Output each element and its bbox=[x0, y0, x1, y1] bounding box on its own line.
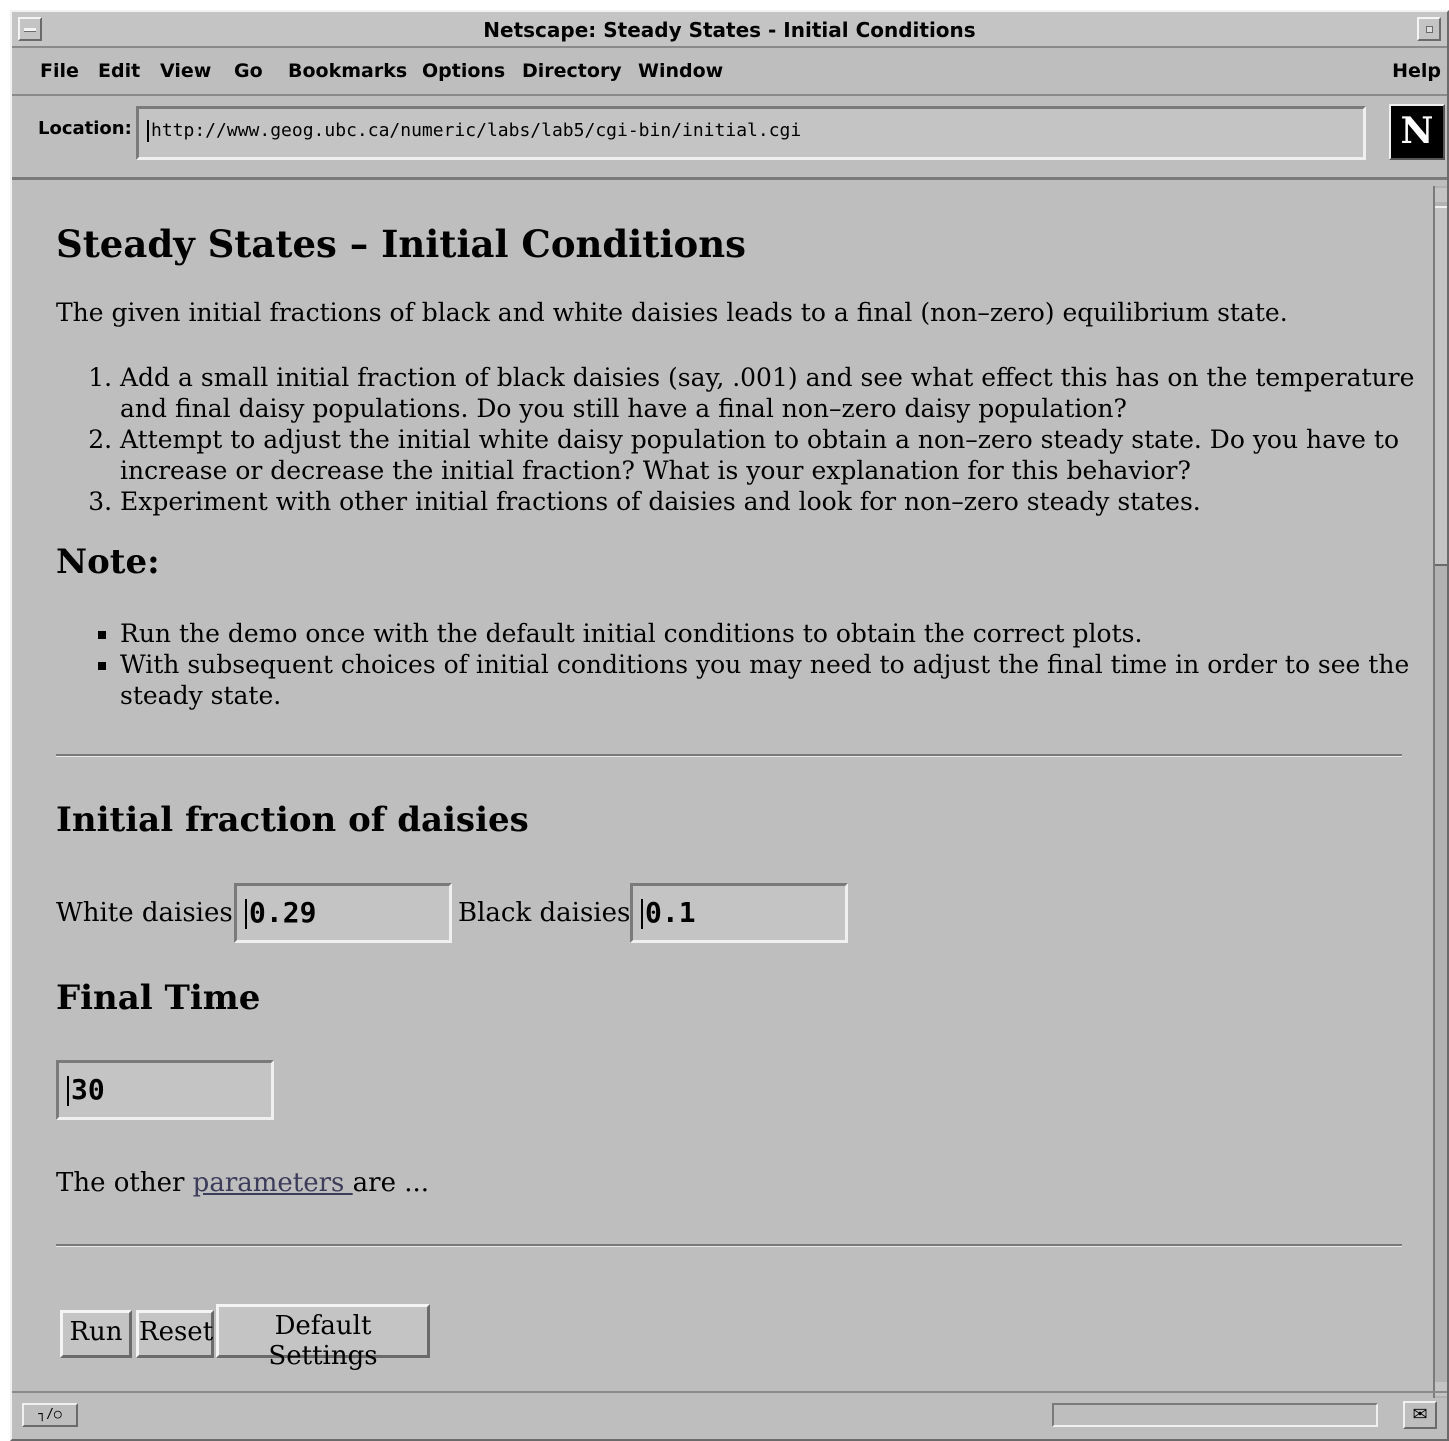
menu-help[interactable]: Help bbox=[1392, 60, 1441, 82]
parameters-prefix: The other bbox=[56, 1168, 193, 1198]
mail-icon[interactable]: ✉ bbox=[1403, 1401, 1437, 1429]
menu-options[interactable]: Options bbox=[422, 60, 505, 82]
menu-view[interactable]: View bbox=[160, 60, 211, 82]
location-label: Location: bbox=[38, 118, 132, 139]
browser-window: Netscape: Steady States - Initial Condit… bbox=[10, 10, 1449, 1441]
menu-window[interactable]: Window bbox=[638, 60, 723, 82]
menu-edit[interactable]: Edit bbox=[98, 60, 140, 82]
black-daisies-label: Black daisies : bbox=[458, 898, 648, 928]
page-title: Steady States – Initial Conditions bbox=[56, 222, 746, 266]
text-cursor bbox=[67, 1076, 69, 1106]
text-cursor bbox=[147, 120, 149, 142]
final-time-input[interactable]: 30 bbox=[56, 1060, 274, 1120]
location-url: http://www.geog.ubc.ca/numeric/labs/lab5… bbox=[151, 120, 802, 141]
note-item: With subsequent choices of initial condi… bbox=[120, 649, 1420, 711]
black-daisies-input[interactable]: 0.1 bbox=[630, 883, 848, 943]
minimize-button[interactable] bbox=[1417, 17, 1441, 41]
white-daisies-value: 0.29 bbox=[249, 896, 317, 929]
progress-bar bbox=[1052, 1403, 1378, 1427]
netscape-logo-icon[interactable]: N bbox=[1389, 104, 1445, 160]
default-settings-button[interactable]: Default Settings bbox=[216, 1304, 430, 1371]
note-item: Run the demo once with the default initi… bbox=[120, 618, 1420, 649]
fraction-heading: Initial fraction of daisies bbox=[56, 800, 529, 840]
location-url-field[interactable]: http://www.geog.ubc.ca/numeric/labs/lab5… bbox=[136, 106, 1366, 160]
note-heading: Note: bbox=[56, 542, 160, 582]
task-list: Add a small initial fraction of black da… bbox=[78, 362, 1420, 517]
window-title: Netscape: Steady States - Initial Condit… bbox=[483, 18, 976, 42]
scroll-up-arrow-icon[interactable] bbox=[1435, 188, 1447, 202]
note-list: Run the demo once with the default initi… bbox=[78, 618, 1420, 711]
page-content: Steady States – Initial Conditions The g… bbox=[12, 180, 1431, 1398]
reset-button[interactable]: Reset bbox=[136, 1310, 214, 1358]
intro-text: The given initial fractions of black and… bbox=[56, 298, 1288, 327]
menu-directory[interactable]: Directory bbox=[522, 60, 622, 82]
vertical-scrollbar[interactable] bbox=[1433, 186, 1447, 1398]
parameters-suffix: are ... bbox=[352, 1168, 430, 1198]
final-time-value: 30 bbox=[71, 1073, 105, 1106]
location-toolbar: Location: http://www.geog.ubc.ca/numeric… bbox=[12, 96, 1447, 180]
divider bbox=[56, 754, 1402, 757]
run-button[interactable]: Run bbox=[60, 1310, 132, 1358]
netscape-logo-letter: N bbox=[1400, 110, 1434, 152]
final-time-heading: Final Time bbox=[56, 978, 261, 1018]
white-daisies-input[interactable]: 0.29 bbox=[234, 883, 452, 943]
menu-bookmarks[interactable]: Bookmarks bbox=[288, 60, 407, 82]
scroll-thumb[interactable] bbox=[1435, 206, 1447, 566]
status-bar: ┐/○ ✉ bbox=[12, 1391, 1447, 1439]
black-daisies-value: 0.1 bbox=[645, 896, 696, 929]
divider bbox=[56, 1244, 1402, 1247]
menu-go[interactable]: Go bbox=[234, 60, 263, 82]
security-key-icon[interactable]: ┐/○ bbox=[22, 1403, 78, 1427]
text-cursor bbox=[641, 899, 643, 929]
parameters-text: The other parameters are ... bbox=[56, 1168, 429, 1198]
task-item: Experiment with other initial fractions … bbox=[120, 486, 1420, 517]
task-item: Add a small initial fraction of black da… bbox=[120, 362, 1420, 424]
parameters-link[interactable]: parameters bbox=[193, 1168, 353, 1198]
title-bar[interactable]: Netscape: Steady States - Initial Condit… bbox=[12, 12, 1447, 48]
menu-bar: File Edit View Go Bookmarks Options Dire… bbox=[12, 48, 1447, 96]
text-cursor bbox=[245, 899, 247, 929]
menu-file[interactable]: File bbox=[40, 60, 79, 82]
task-item: Attempt to adjust the initial white dais… bbox=[120, 424, 1420, 486]
white-daisies-label: White daisies : bbox=[56, 898, 250, 928]
